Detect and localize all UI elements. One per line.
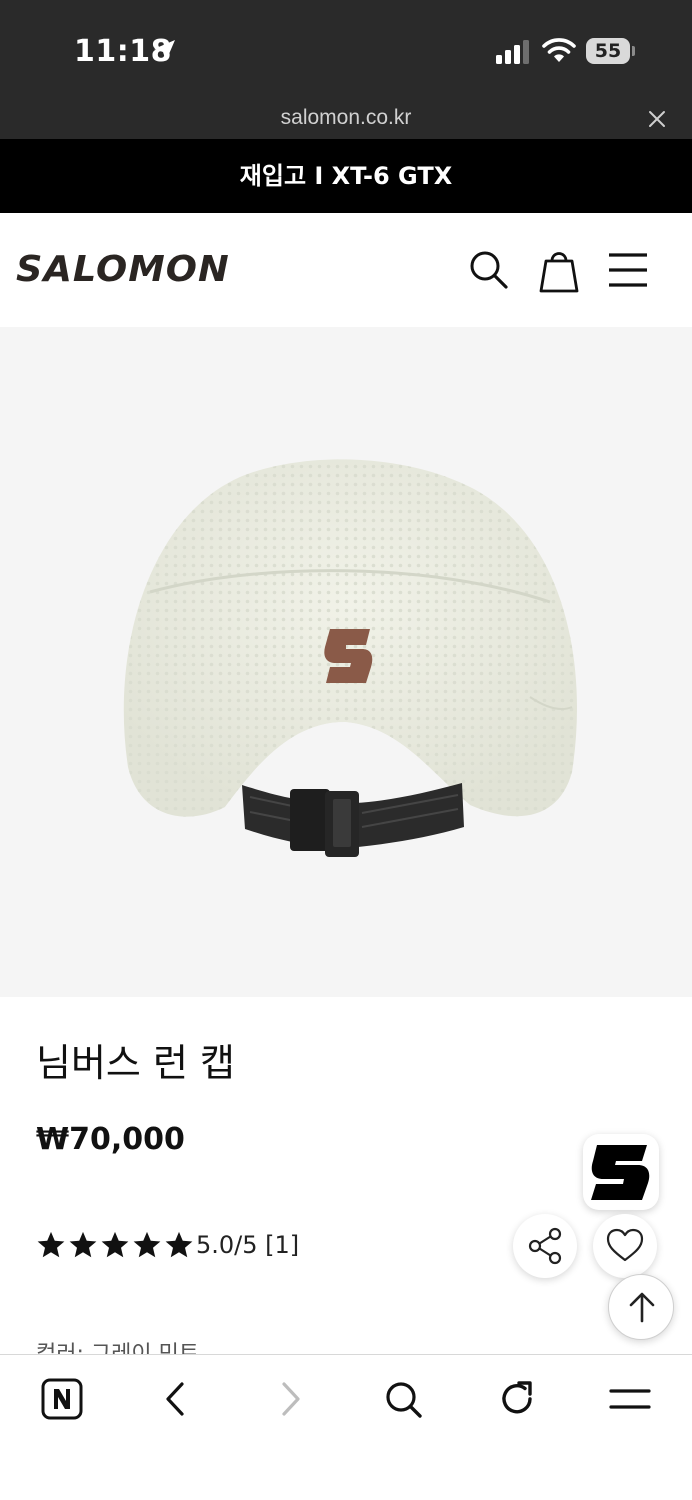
url-text[interactable]: salomon.co.kr <box>0 106 692 130</box>
cap-illustration <box>123 459 577 857</box>
rating-text[interactable]: 5.0/5 [1] <box>196 1231 299 1259</box>
close-icon[interactable] <box>645 107 669 131</box>
share-icon <box>528 1227 562 1265</box>
salomon-s-logo-icon <box>591 1145 650 1200</box>
star-icon <box>133 1231 161 1258</box>
product-image[interactable] <box>0 327 692 997</box>
wishlist-button[interactable] <box>593 1214 657 1278</box>
search-icon[interactable] <box>381 1377 425 1421</box>
battery-nub <box>632 46 635 56</box>
star-icon <box>165 1231 193 1258</box>
forward-icon[interactable] <box>268 1377 312 1421</box>
back-icon[interactable] <box>154 1377 198 1421</box>
salomon-logo[interactable]: SALOMON <box>16 249 230 290</box>
rating-stars <box>36 1230 194 1260</box>
shopping-bag-icon[interactable] <box>538 247 580 293</box>
scroll-top-icon <box>629 1292 655 1323</box>
scroll-top-button[interactable] <box>608 1274 674 1340</box>
cellular-signal-icon <box>496 40 529 64</box>
status-bar: 11:18 55 <box>0 0 692 100</box>
star-icon <box>69 1231 97 1258</box>
url-bar[interactable]: salomon.co.kr <box>0 100 692 139</box>
reload-icon[interactable] <box>495 1377 539 1421</box>
share-button[interactable] <box>513 1214 577 1278</box>
browser-toolbar <box>0 1354 692 1500</box>
naver-n-icon[interactable] <box>40 1377 84 1421</box>
hamburger-menu-icon[interactable] <box>607 249 649 291</box>
location-arrow-icon <box>154 40 175 61</box>
product-name: 님버스 런 캡 <box>36 1041 235 1085</box>
menu-icon[interactable] <box>608 1377 652 1421</box>
site-header: SALOMON <box>0 213 692 327</box>
product-rating[interactable]: 5.0/5 [1] <box>36 1228 299 1262</box>
product-price: ₩70,000 <box>36 1122 185 1157</box>
color-label: 컬러: 그레이 민트 <box>36 1336 199 1354</box>
salomon-app-button[interactable] <box>583 1134 659 1210</box>
battery-indicator: 55 <box>586 38 630 64</box>
heart-icon <box>606 1228 644 1262</box>
promo-banner[interactable]: 재입고 I XT-6 GTX <box>0 139 692 213</box>
search-icon[interactable] <box>468 249 510 291</box>
wifi-icon <box>542 38 576 62</box>
star-icon <box>101 1231 129 1258</box>
star-icon <box>37 1231 65 1258</box>
